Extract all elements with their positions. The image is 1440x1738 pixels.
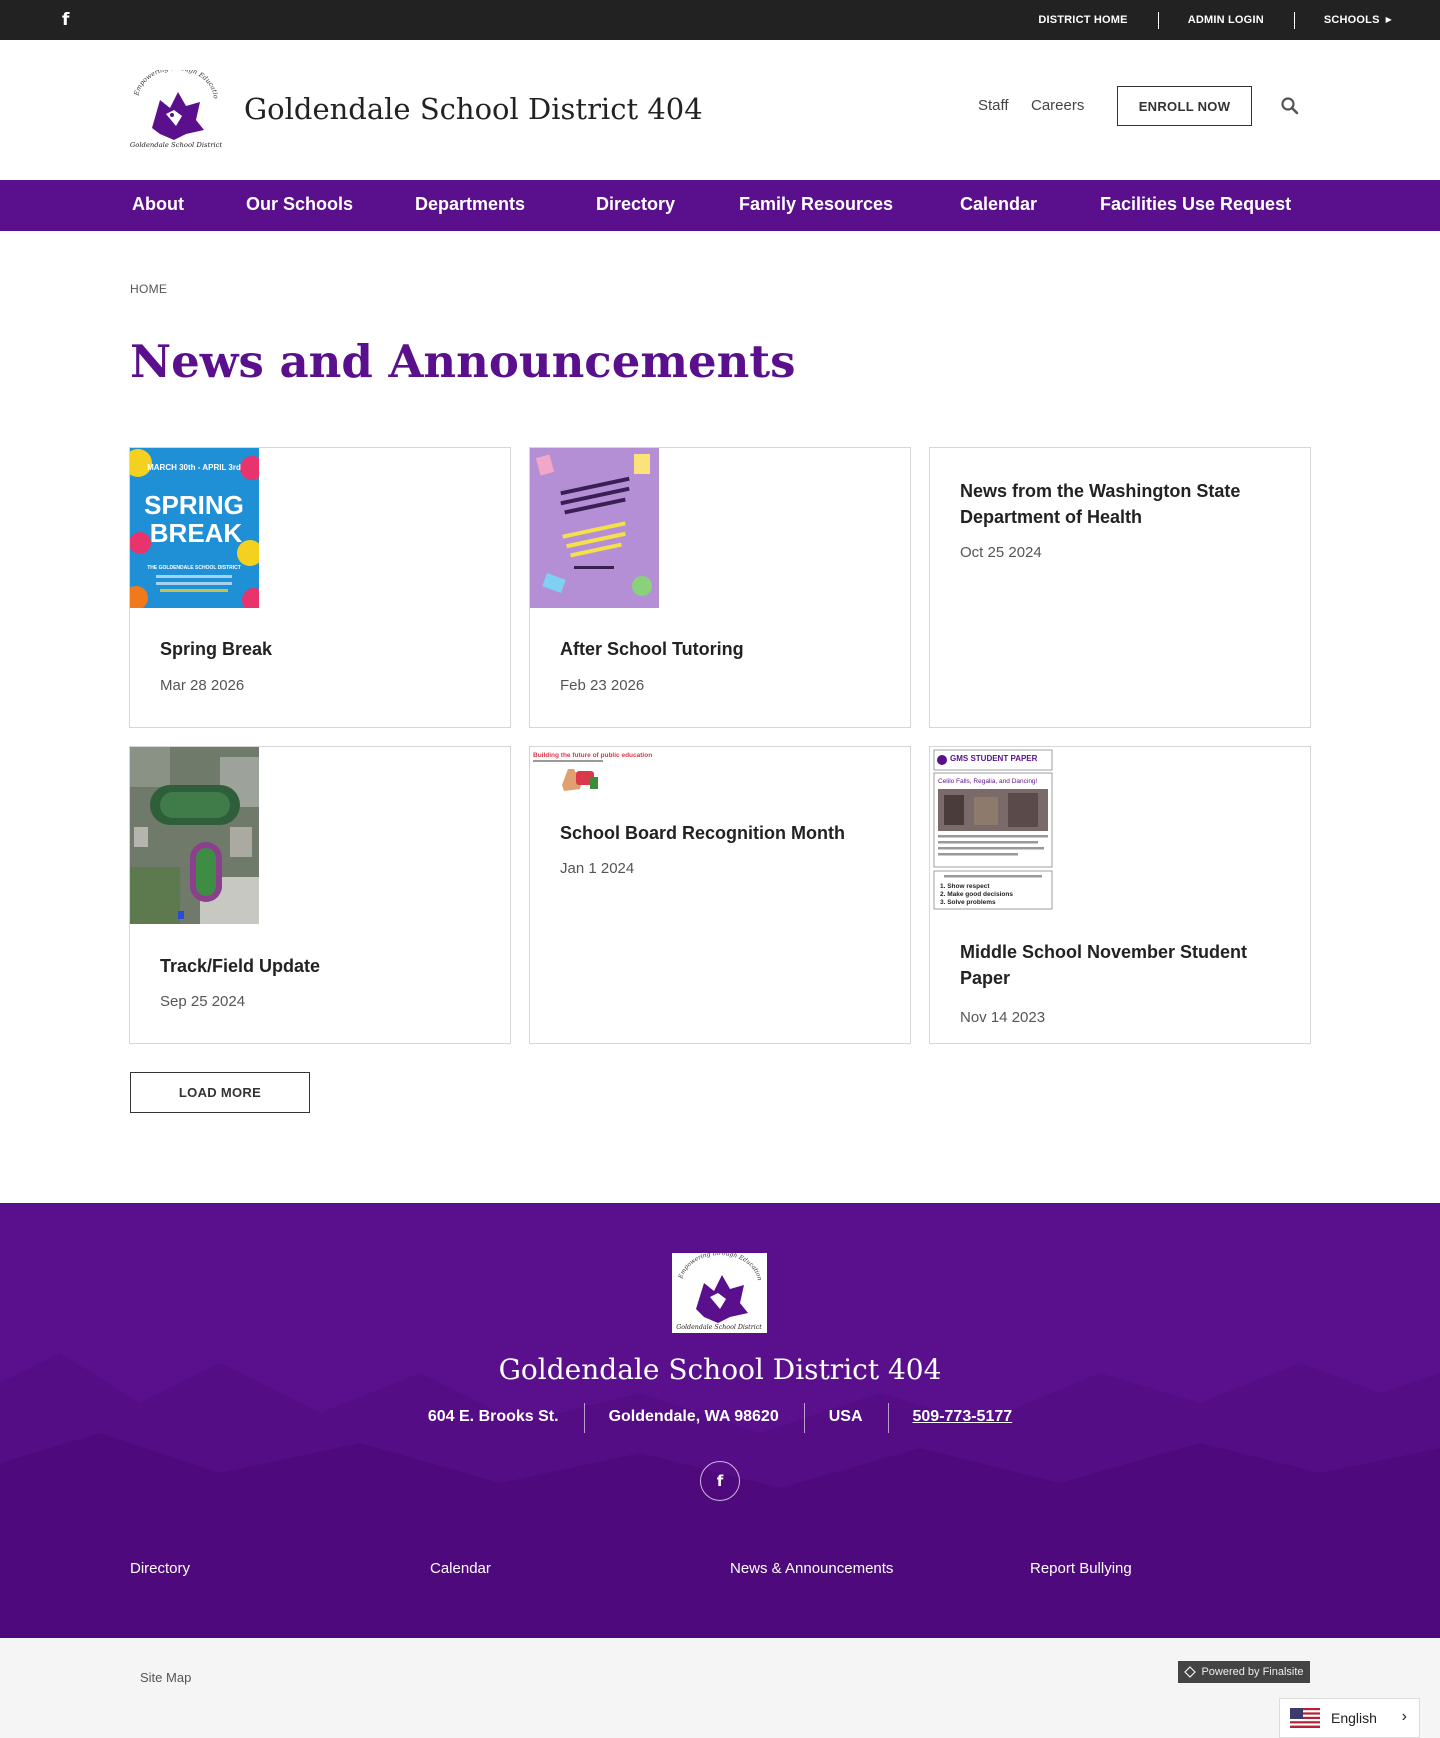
schools-dropdown[interactable]: SCHOOLS ▶ <box>1293 12 1392 29</box>
us-flag-icon <box>1290 1708 1320 1728</box>
spring-break-dates: MARCH 30th - APRIL 3rd <box>147 463 241 472</box>
enroll-now-label: ENROLL NOW <box>1138 98 1231 114</box>
nav-item-directory[interactable]: Directory <box>596 194 675 215</box>
paper-subheadline: Celilo Falls, Regalia, and Dancing! <box>938 778 1038 785</box>
admin-login-link[interactable]: ADMIN LOGIN <box>1157 12 1294 29</box>
site-footer: Empowering through Education Goldendale … <box>0 1203 1440 1638</box>
paper-list-item: 3. Solve problems <box>940 899 996 906</box>
board-thumbnail-caption: Building the future of public education <box>533 752 652 759</box>
student-paper-thumbnail: GMS STUDENT PAPER Celilo Falls, Regalia,… <box>930 747 1059 911</box>
load-more-button[interactable]: LOAD MORE <box>130 1072 310 1113</box>
news-card-track-field-update[interactable]: Track/Field Update Sep 25 2024 <box>129 746 511 1044</box>
news-card-title[interactable]: Spring Break <box>160 636 485 662</box>
bottom-bar: Site Map Powered by Finalsite English › <box>0 1638 1440 1738</box>
news-card-department-of-health[interactable]: News from the Washington State Departmen… <box>929 447 1311 728</box>
footer-address: 604 E. Brooks St. Goldendale, WA 98620 U… <box>0 1403 1440 1433</box>
news-card-title[interactable]: Track/Field Update <box>160 953 485 979</box>
paper-list-item: 2. Make good decisions <box>940 891 1013 898</box>
caret-right-icon: ▶ <box>1385 15 1392 24</box>
footer-link-news[interactable]: News & Announcements <box>730 1560 893 1577</box>
news-card-date: Sep 25 2024 <box>160 993 246 1010</box>
board-recognition-thumbnail: Building the future of public education <box>530 747 659 795</box>
news-card-date: Jan 1 2024 <box>560 860 635 877</box>
news-card-date: Mar 28 2026 <box>160 677 245 694</box>
admin-login-label: ADMIN LOGIN <box>1187 14 1264 26</box>
footer-link-directory[interactable]: Directory <box>130 1560 190 1577</box>
tutoring-thumbnail <box>530 448 659 608</box>
nav-item-family-resources[interactable]: Family Resources <box>739 194 893 215</box>
footer-link-calendar[interactable]: Calendar <box>430 1560 491 1577</box>
main-nav: About Our Schools Departments Directory … <box>0 180 1440 231</box>
news-card-date: Oct 25 2024 <box>960 544 1042 561</box>
utility-bar: f DISTRICT HOME ADMIN LOGIN SCHOOLS ▶ <box>0 0 1440 40</box>
careers-link[interactable]: Careers <box>1031 97 1084 114</box>
aerial-map-thumbnail <box>130 747 259 924</box>
district-home-link[interactable]: DISTRICT HOME <box>1008 14 1157 26</box>
paper-list-item: 1. Show respect <box>940 883 990 890</box>
spring-break-district: THE GOLDENDALE SCHOOL DISTRICT <box>147 565 241 571</box>
chevron-right-icon: › <box>1401 1708 1407 1725</box>
logo-caption: Goldendale School District <box>130 141 222 149</box>
news-card-spring-break[interactable]: MARCH 30th - APRIL 3rd SPRING BREAK THE … <box>129 447 511 728</box>
news-card-date: Nov 14 2023 <box>960 1009 1046 1026</box>
footer-district-logo[interactable]: Empowering through Education Goldendale … <box>672 1253 767 1333</box>
district-logo[interactable]: Empowering through Education Goldendale … <box>130 70 222 150</box>
news-card-school-board-recognition[interactable]: Building the future of public education … <box>529 746 911 1044</box>
powered-by-label: Powered by Finalsite <box>1201 1666 1304 1678</box>
site-header: Empowering through Education Goldendale … <box>0 40 1440 180</box>
site-title[interactable]: Goldendale School District 404 <box>244 92 703 126</box>
spring-break-thumbnail: MARCH 30th - APRIL 3rd SPRING BREAK THE … <box>130 448 259 608</box>
news-card-after-school-tutoring[interactable]: After School Tutoring Feb 23 2026 <box>529 447 911 728</box>
powered-by-badge[interactable]: Powered by Finalsite <box>1178 1661 1310 1683</box>
footer-logo-caption: Goldendale School District <box>676 1324 762 1331</box>
utility-links: DISTRICT HOME ADMIN LOGIN SCHOOLS ▶ <box>1008 0 1392 40</box>
language-label: English <box>1331 1710 1377 1726</box>
footer-facebook-icon[interactable]: f <box>700 1461 740 1501</box>
paper-headline: GMS STUDENT PAPER <box>950 754 1038 763</box>
news-card-date: Feb 23 2026 <box>560 677 645 694</box>
spring-break-word-break: BREAK <box>150 518 243 548</box>
load-more-label: LOAD MORE <box>178 1085 262 1100</box>
enroll-now-button[interactable]: ENROLL NOW <box>1117 86 1252 126</box>
search-icon[interactable] <box>1280 96 1300 116</box>
nav-item-facilities-use-request[interactable]: Facilities Use Request <box>1100 194 1291 215</box>
schools-label: SCHOOLS <box>1323 14 1380 26</box>
finalsite-icon <box>1184 1666 1197 1678</box>
footer-country: USA <box>803 1403 888 1433</box>
nav-item-about[interactable]: About <box>132 194 184 215</box>
site-map-link[interactable]: Site Map <box>140 1670 191 1685</box>
breadcrumb[interactable]: HOME <box>130 282 167 296</box>
news-card-title[interactable]: Middle School November Student Paper <box>960 939 1285 991</box>
footer-phone-link[interactable]: 509-773-5177 <box>887 1403 1038 1433</box>
nav-item-our-schools[interactable]: Our Schools <box>246 194 353 215</box>
news-card-title[interactable]: News from the Washington State Departmen… <box>960 478 1285 530</box>
news-card-student-paper[interactable]: GMS STUDENT PAPER Celilo Falls, Regalia,… <box>929 746 1311 1044</box>
footer-title: Goldendale School District 404 <box>498 1353 942 1386</box>
footer-street: 604 E. Brooks St. <box>427 1408 559 1425</box>
staff-link[interactable]: Staff <box>978 97 1009 114</box>
footer-link-report-bullying[interactable]: Report Bullying <box>1030 1560 1132 1577</box>
spring-break-word-spring: SPRING <box>144 490 244 520</box>
nav-item-calendar[interactable]: Calendar <box>960 194 1037 215</box>
facebook-icon[interactable]: f <box>62 10 69 30</box>
footer-city: Goldendale, WA 98620 <box>583 1403 804 1433</box>
page-title: News and Announcements <box>130 335 796 388</box>
news-card-title[interactable]: School Board Recognition Month <box>560 820 885 846</box>
logo-arc-text: Empowering through Education <box>130 70 220 99</box>
svg-text:Empowering through Education: Empowering through Education <box>130 70 220 99</box>
language-selector[interactable]: English › <box>1279 1698 1420 1738</box>
nav-item-departments[interactable]: Departments <box>415 194 525 215</box>
news-card-title[interactable]: After School Tutoring <box>560 636 885 662</box>
district-home-label: DISTRICT HOME <box>1038 14 1128 26</box>
